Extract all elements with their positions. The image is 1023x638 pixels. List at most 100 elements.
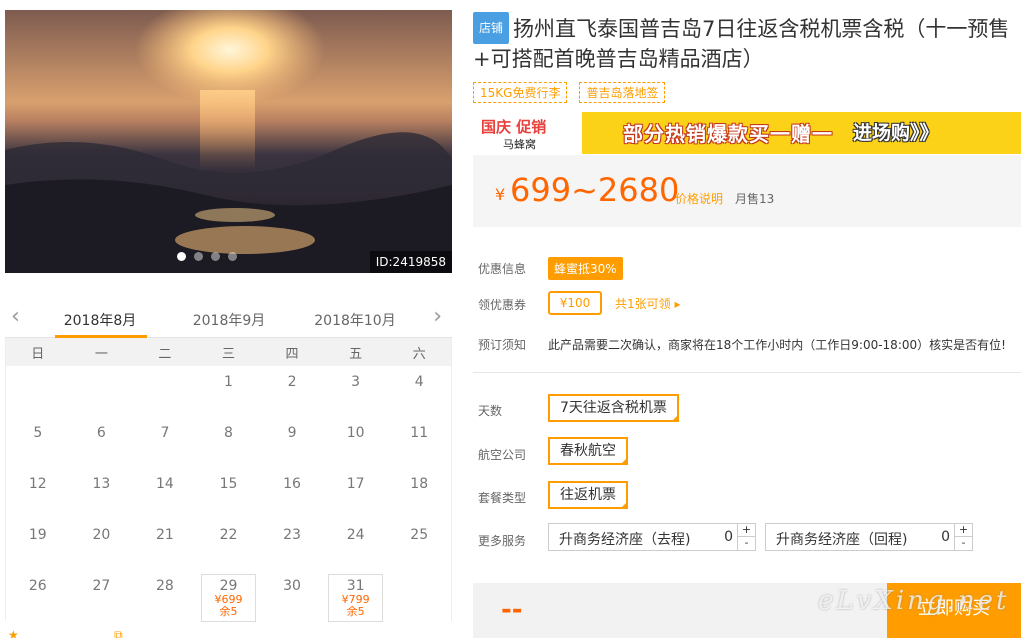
banner-brand: 马蜂窝: [503, 138, 536, 151]
calendar-day: 1: [197, 366, 261, 417]
weekday-label: 二: [158, 346, 172, 362]
coupon-ticket[interactable]: ¥100: [548, 291, 602, 315]
divider: [473, 372, 1021, 373]
mafengwo-logo: 国庆 促销 马蜂窝: [473, 112, 585, 154]
calendar-day: 12: [6, 468, 70, 519]
month-tabs: ‹ 2018年8月 2018年9月 2018年10月 ›: [5, 300, 452, 338]
calendar-day: 16: [260, 468, 324, 519]
calendar-blank: [6, 366, 70, 417]
calendar-day: 3: [324, 366, 388, 417]
day-number: 28: [156, 578, 174, 594]
notice-text: 此产品需要二次确认，商家将在18个工作小时内（工作日9:00-18:00）核实是…: [548, 338, 1006, 352]
package-label: 套餐类型: [478, 491, 527, 505]
carousel-dot[interactable]: [211, 252, 220, 261]
calendar-day: 14: [133, 468, 197, 519]
calendar-legend: ★ ⧉: [8, 628, 123, 638]
calendar-day: 9: [260, 417, 324, 468]
day-number: 12: [28, 476, 47, 492]
day-number: 19: [28, 527, 47, 543]
product-title-block: 店铺 扬州直飞泰国普吉岛7日往返含税机票含税（十一预售+可搭配首晚普吉岛精品酒店）: [473, 12, 1021, 74]
product-image: [5, 10, 452, 273]
tab-month-sep[interactable]: 2018年9月: [184, 310, 274, 330]
banner-logo-text: 国庆 促销: [481, 118, 547, 136]
carousel-dot[interactable]: [177, 252, 186, 261]
day-number: 20: [92, 527, 111, 543]
day-number: 7: [160, 425, 170, 441]
day-number: 8: [224, 425, 233, 441]
day-number: 2: [287, 374, 297, 390]
coupon-claim-link[interactable]: 共1张可领 ▸: [615, 295, 680, 312]
day-number: 15: [219, 476, 238, 492]
weekday-label: 五: [349, 346, 363, 362]
carousel-dot[interactable]: [194, 252, 203, 261]
option-days[interactable]: 7天往返含税机票: [548, 394, 679, 422]
product-title: 店铺 扬州直飞泰国普吉岛7日往返含税机票含税（十一预售+可搭配首晚普吉岛精品酒店）: [473, 12, 1021, 74]
calendar-day: 2: [260, 366, 324, 417]
calendar-days: 1 2 3 4 5 6 7 8 9 10 11 12 13 14 15 16 17 18 19 20 21 22 23 24 2…: [5, 366, 452, 622]
day-number: 13: [92, 476, 111, 492]
calendar-day: 13: [70, 468, 134, 519]
day-number: 30: [283, 578, 301, 594]
quantity-value[interactable]: 0: [941, 529, 950, 545]
calendar-day: 10: [324, 417, 388, 468]
calendar-day: 26: [6, 570, 70, 621]
site-watermark: eLvXing.net: [818, 586, 1010, 616]
minus-icon[interactable]: -: [954, 537, 972, 550]
day-number: 1: [224, 374, 233, 390]
day-number: 23: [283, 527, 301, 543]
calendar-day: 25: [387, 519, 451, 570]
day-stock: 余5: [346, 605, 365, 618]
day-number: 16: [283, 476, 301, 492]
image-id-label: ID:2419858: [369, 251, 452, 273]
quantity-value[interactable]: 0: [724, 529, 733, 545]
calendar-day: 18: [387, 468, 451, 519]
day-number: 26: [28, 578, 47, 594]
tag-visa: 普吉岛落地签: [579, 82, 666, 103]
carousel-dot[interactable]: [228, 252, 237, 261]
service-label: 升商务经济座（去程): [559, 532, 691, 548]
calendar-day: 28: [133, 570, 197, 621]
price-note-link[interactable]: 价格说明: [675, 190, 723, 207]
calendar-day: 15: [197, 468, 261, 519]
day-number: 25: [410, 527, 429, 543]
day-number: 22: [219, 527, 238, 543]
calendar-day: 17: [324, 468, 388, 519]
discount-label: 优惠信息: [478, 262, 527, 276]
promo-banner[interactable]: 国庆 促销 马蜂窝 部分热销爆款买一赠一 进场购》》: [473, 112, 1021, 154]
calendar-day-available[interactable]: 29 ¥699 余5: [200, 574, 257, 622]
weekday-label: 日: [31, 346, 45, 362]
weekday-label: 四: [285, 346, 299, 362]
day-number: 9: [287, 425, 297, 441]
weekday-label: 六: [412, 346, 426, 362]
calendar-day: 11: [387, 417, 451, 468]
service-upgrade-outbound: 升商务经济座（去程) 0 + -: [548, 523, 756, 551]
chevron-right-icon[interactable]: ›: [433, 306, 442, 328]
product-gallery[interactable]: ID:2419858: [5, 10, 452, 273]
tab-month-oct[interactable]: 2018年10月: [310, 310, 400, 330]
calendar-day-available[interactable]: 31 ¥799 余5: [327, 574, 384, 622]
weekday-header: 日一二三四五六: [5, 338, 452, 366]
day-number: 10: [346, 425, 365, 441]
chevron-left-icon[interactable]: ‹: [11, 306, 20, 328]
option-airline[interactable]: 春秋航空: [548, 437, 628, 465]
calendar-day: 20: [70, 519, 134, 570]
shop-tag[interactable]: 店铺: [473, 12, 510, 44]
coupon-label: 领优惠券: [478, 298, 527, 312]
monthly-sales: 月售13: [735, 192, 775, 206]
option-package[interactable]: 往返机票: [548, 481, 628, 509]
airline-label: 航空公司: [478, 448, 527, 462]
day-number: 6: [96, 425, 106, 441]
day-number: 27: [92, 578, 111, 594]
total-price: --: [501, 595, 523, 625]
minus-icon[interactable]: -: [737, 537, 755, 550]
day-number: 17: [346, 476, 365, 492]
weekday-label: 三: [221, 346, 235, 362]
tab-month-aug[interactable]: 2018年8月: [55, 310, 145, 330]
calendar-blank: [70, 366, 134, 417]
calendar-day: 23: [260, 519, 324, 570]
calendar-day: 30: [260, 570, 324, 621]
tag-baggage: 15KG免费行李: [473, 82, 568, 103]
banner-cta[interactable]: 进场购》》: [853, 118, 939, 145]
calendar-day: 5: [6, 417, 70, 468]
calendar-day: 19: [6, 519, 70, 570]
